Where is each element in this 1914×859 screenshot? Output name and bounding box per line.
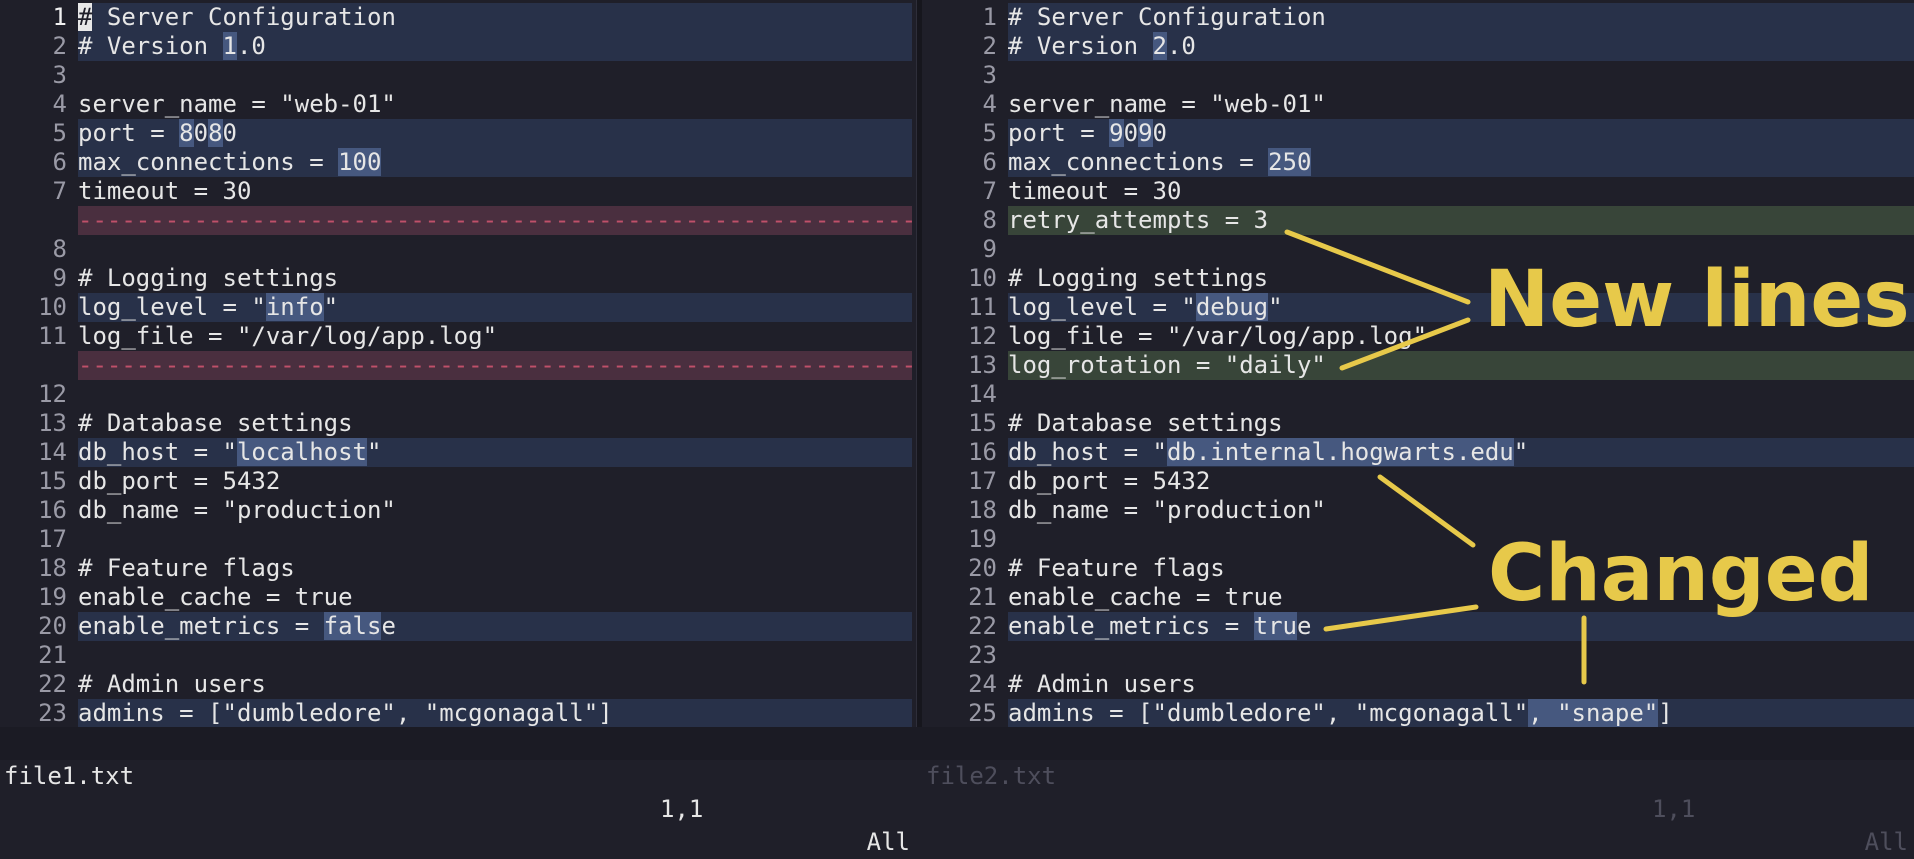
arrow-changed-2 — [1323, 604, 1479, 632]
arrow-changed-1 — [1377, 474, 1476, 548]
annotation-overlay: New lines Changed — [1284, 229, 1910, 685]
left-filename: file1.txt — [4, 762, 135, 790]
annotation-new-lines: New lines — [1484, 255, 1910, 345]
right-scroll-indicator: All — [1864, 828, 1908, 856]
annotation-changed: Changed — [1488, 529, 1874, 619]
left-scroll-indicator: All — [866, 828, 910, 856]
left-cursor-position: 1,1 — [660, 795, 704, 823]
arrow-new-lines-2 — [1339, 317, 1471, 371]
right-filename: file2.txt — [926, 762, 1057, 790]
arrow-new-lines-1 — [1284, 229, 1471, 305]
right-cursor-position: 1,1 — [1652, 795, 1696, 823]
